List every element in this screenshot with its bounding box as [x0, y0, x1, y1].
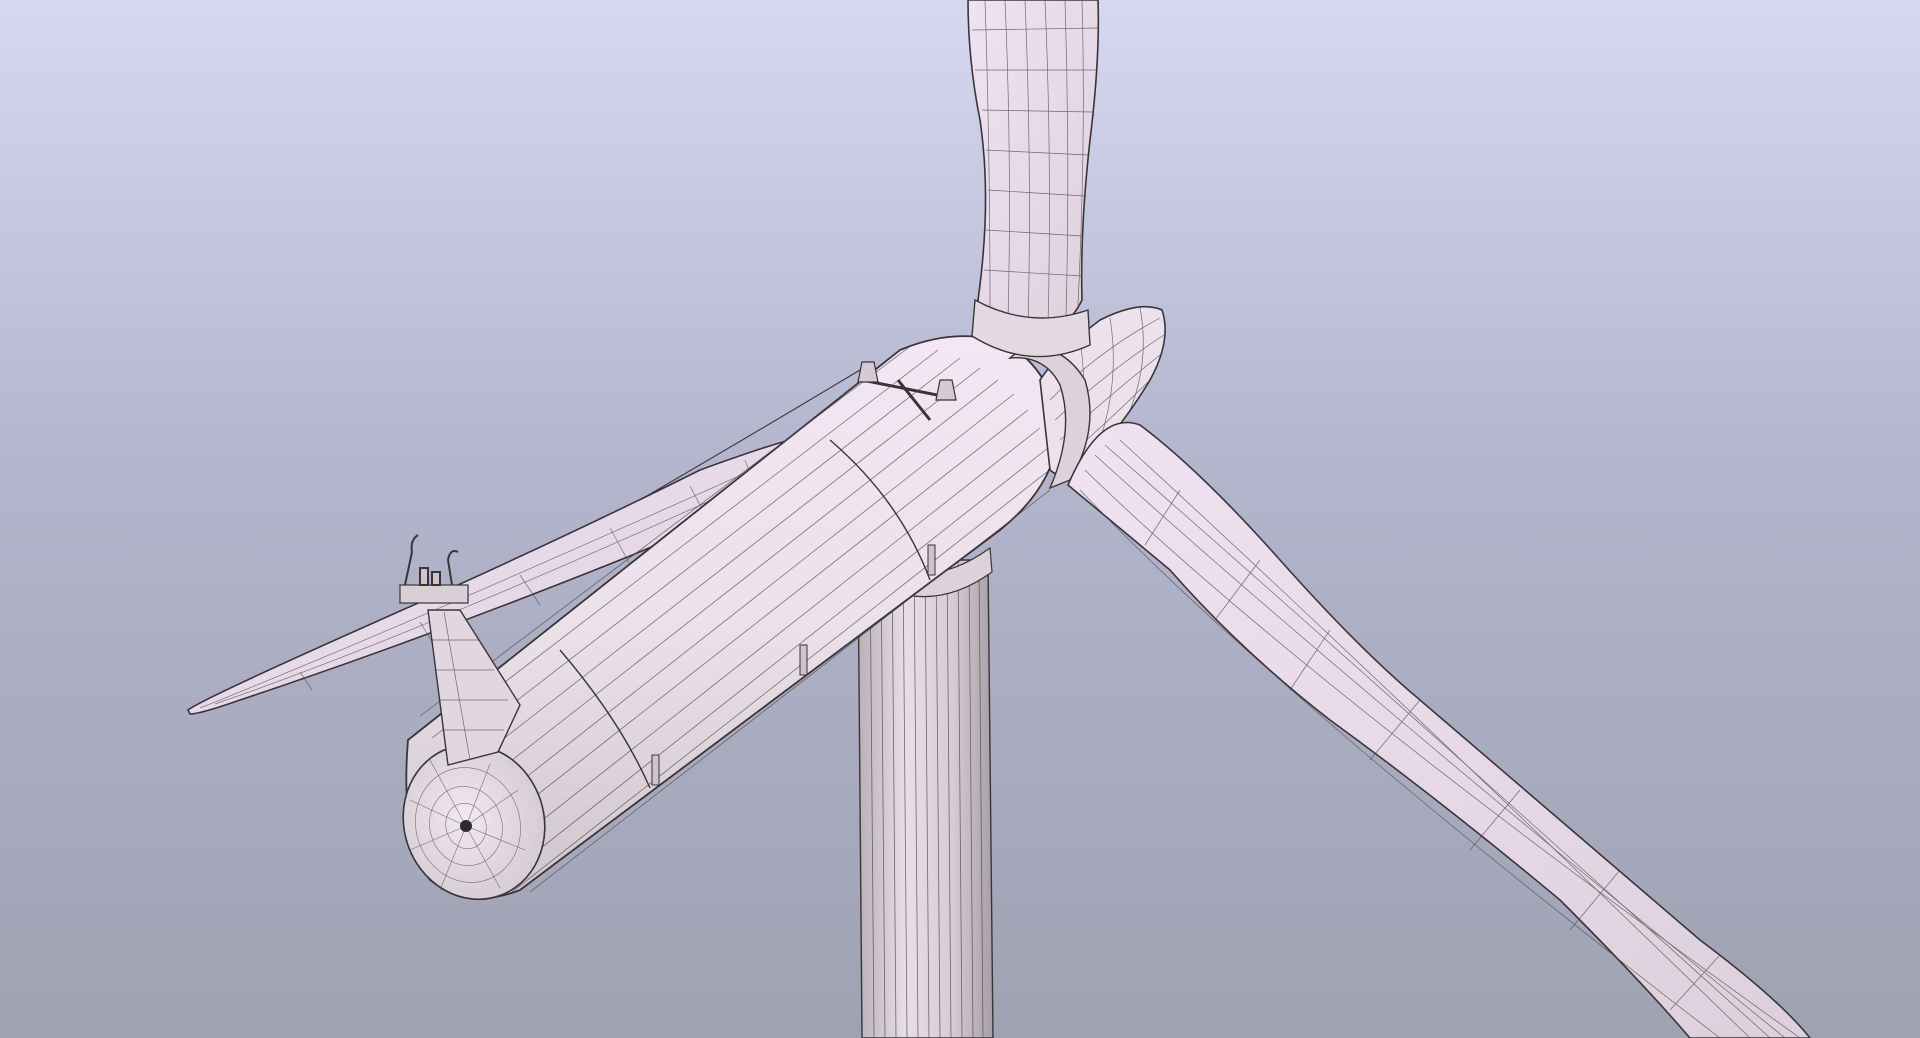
turbine-render-canvas[interactable] [0, 0, 1920, 1038]
rear-cap-center [460, 820, 472, 832]
model-viewport[interactable] [0, 0, 1920, 1038]
blade-top[interactable] [967, 0, 1100, 358]
